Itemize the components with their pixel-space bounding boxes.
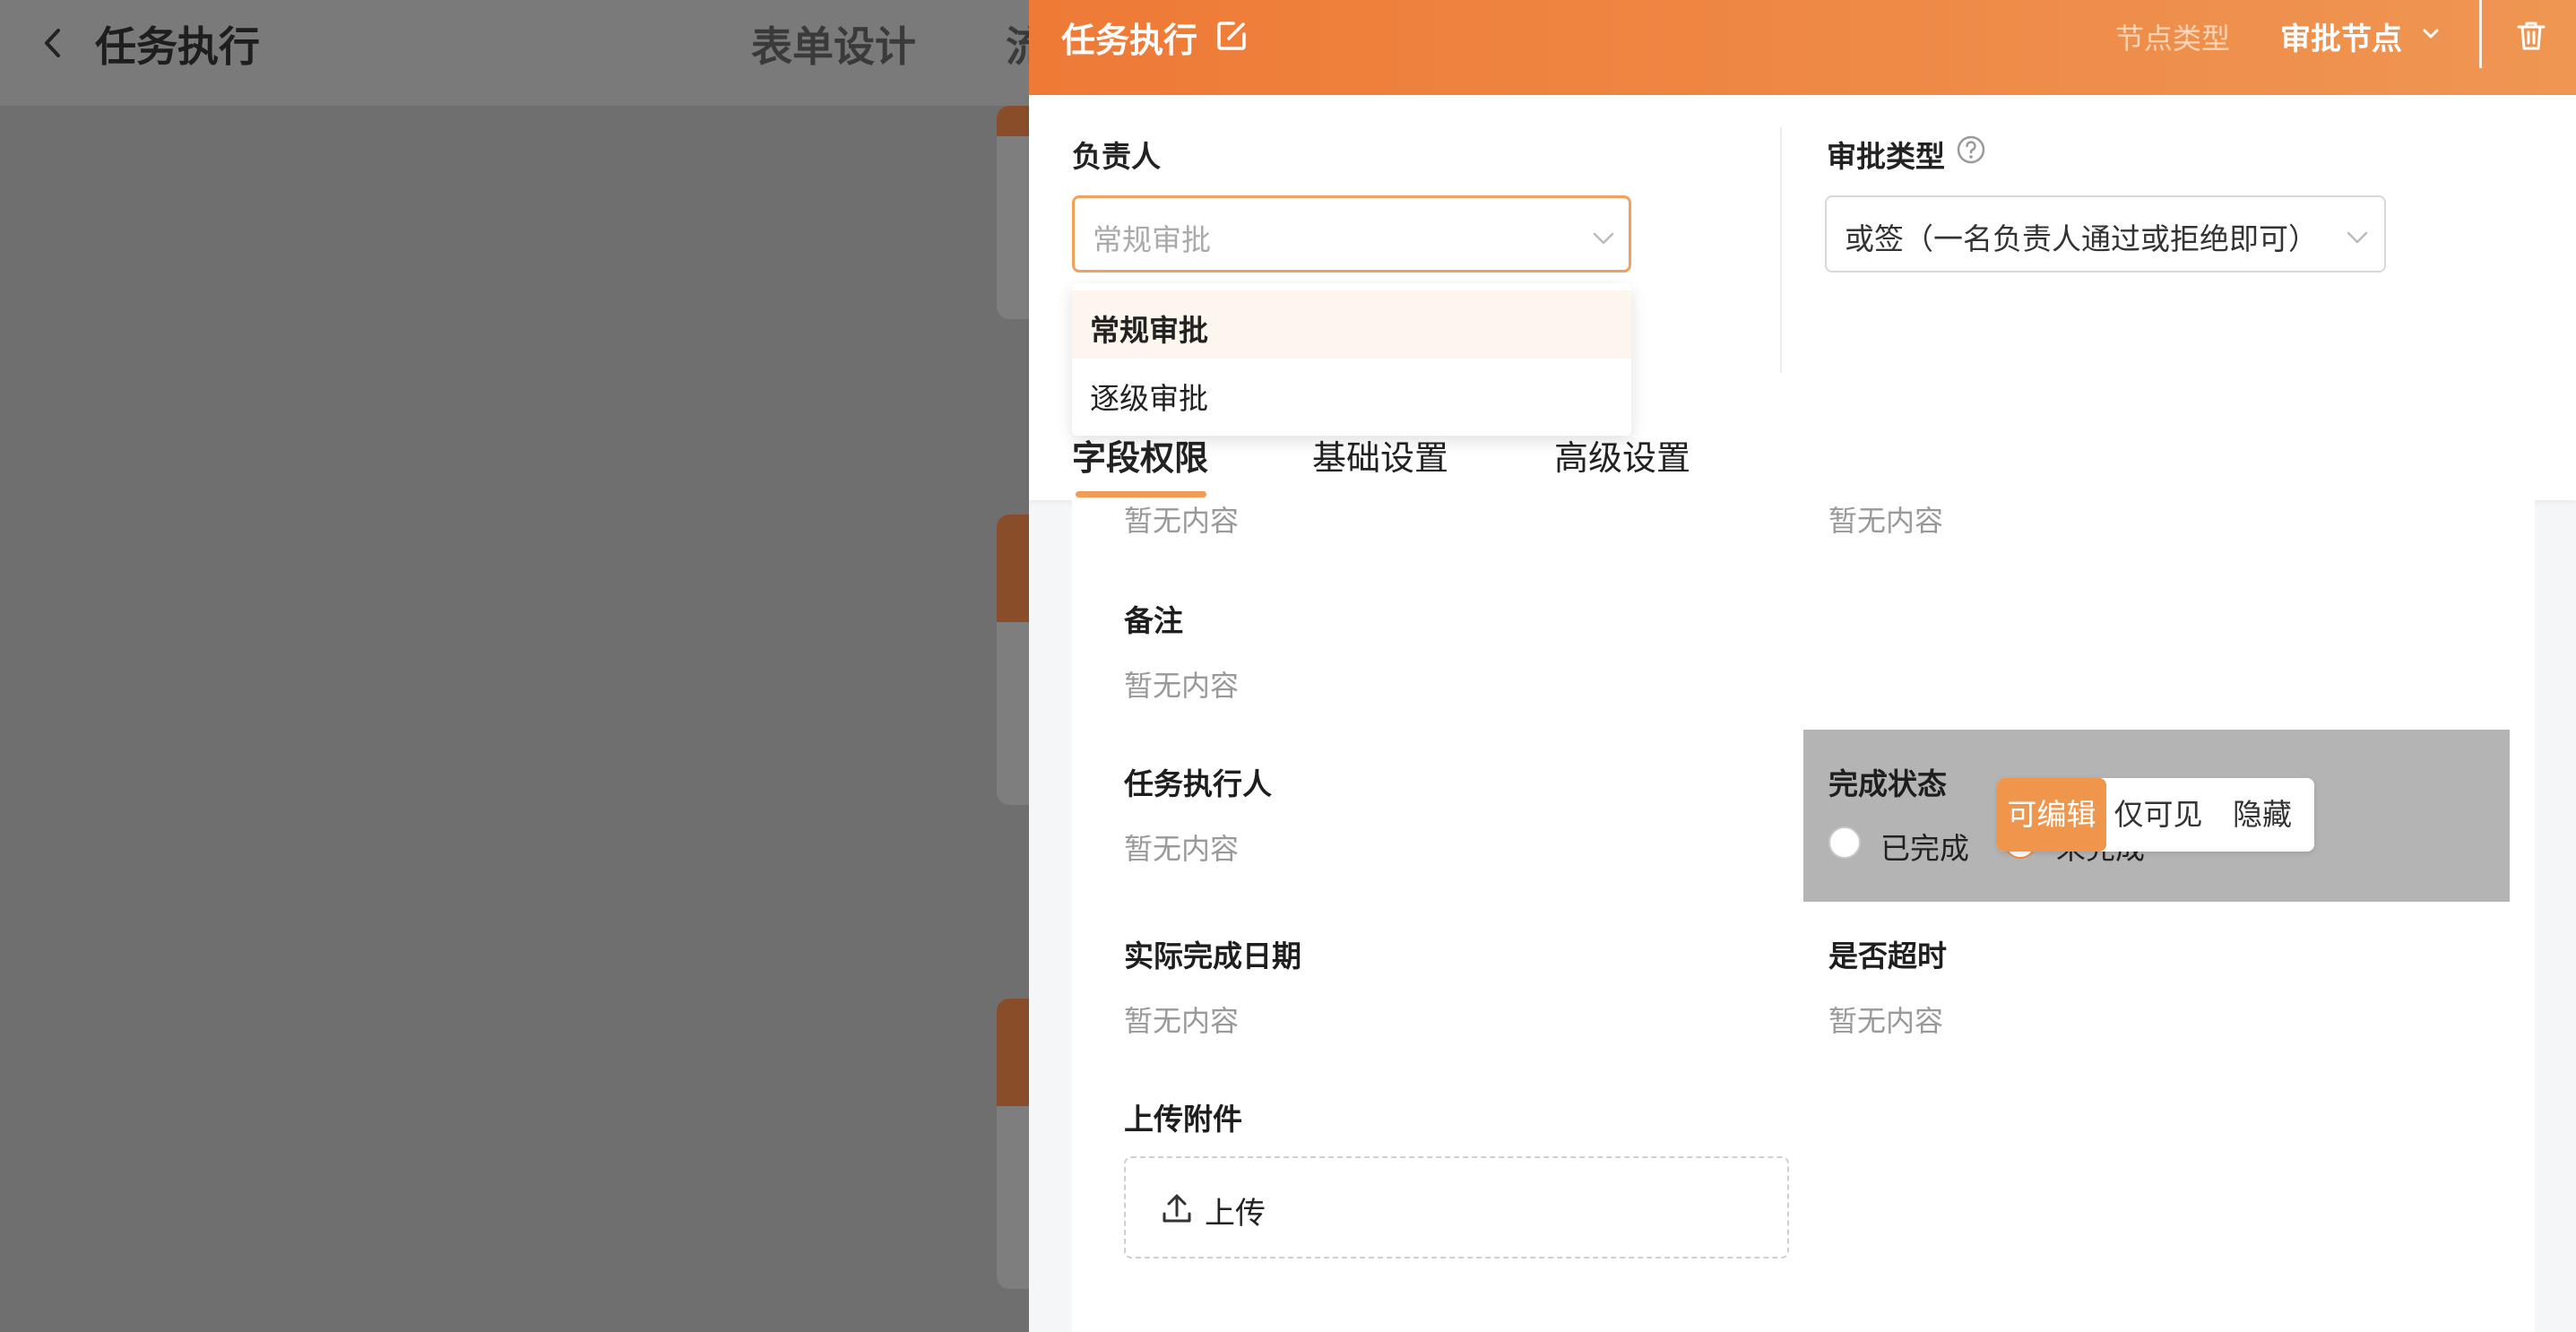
field-actual-date-label[interactable]: 实际完成日期	[1124, 932, 1301, 975]
field-attachment-label[interactable]: 上传附件	[1124, 1095, 1242, 1138]
field-remark-label[interactable]: 备注	[1124, 597, 1183, 640]
permission-toggle-group: 可编辑 仅可见 隐藏	[1997, 778, 2314, 852]
edit-icon[interactable]	[1214, 18, 1249, 54]
radio-completed-label: 已完成	[1880, 831, 1969, 866]
node-type-label: 节点类型	[2115, 22, 2231, 56]
tab-field-permissions[interactable]: 字段权限	[1072, 430, 1208, 480]
dropdown-option-regular[interactable]: 常规审批	[1072, 290, 1631, 359]
tab-advanced-settings[interactable]: 高级设置	[1554, 430, 1690, 480]
approver-dropdown: 常规审批 逐级审批	[1072, 283, 1631, 436]
dropdown-option-label: 常规审批	[1090, 313, 1208, 348]
approval-type-value: 或签（一名负责人通过或拒绝即可）	[1845, 221, 2318, 256]
approver-select[interactable]: 常规审批	[1072, 195, 1631, 272]
upload-label: 上传	[1205, 1196, 1266, 1232]
node-type-select[interactable]: 审批节点	[2280, 14, 2402, 58]
upload-button[interactable]: 上传	[1124, 1156, 1789, 1258]
field-executor-label[interactable]: 任务执行人	[1124, 760, 1272, 803]
trash-icon[interactable]	[2513, 18, 2549, 54]
dropdown-option-label: 逐级审批	[1090, 381, 1208, 416]
field-empty-text: 暂无内容	[1124, 832, 1240, 866]
app-title: 任务执行	[95, 22, 260, 71]
field-overdue-label[interactable]: 是否超时	[1828, 932, 1947, 975]
field-empty-text: 暂无内容	[1124, 1004, 1240, 1038]
upload-icon	[1163, 1194, 1191, 1223]
back-arrow-icon[interactable]	[36, 25, 72, 61]
chevron-down-icon	[1593, 232, 1614, 245]
dropdown-option-stepwise[interactable]: 逐级审批	[1072, 359, 1631, 427]
help-icon[interactable]	[1956, 134, 1986, 165]
approval-type-select[interactable]: 或签（一名负责人通过或拒绝即可）	[1825, 195, 2386, 272]
field-empty-text: 暂无内容	[1124, 504, 1240, 538]
permission-hidden-button[interactable]: 隐藏	[2210, 778, 2314, 852]
chevron-down-icon[interactable]	[2420, 23, 2442, 45]
approval-type-label: 审批类型	[1827, 139, 1945, 174]
panel-divider	[1780, 127, 1782, 373]
permission-visible-button[interactable]: 仅可见	[2106, 778, 2210, 852]
approver-label: 负责人	[1072, 139, 1161, 174]
active-tab-indicator	[1076, 491, 1206, 497]
field-empty-text: 暂无内容	[1124, 669, 1240, 703]
drawer-title: 任务执行	[1061, 21, 1198, 60]
permission-editable-button[interactable]: 可编辑	[1997, 778, 2106, 852]
field-empty-text: 暂无内容	[1828, 504, 1944, 538]
flow-canvas	[0, 106, 1029, 1332]
approver-select-placeholder: 常规审批	[1093, 222, 1211, 257]
chevron-down-icon	[2347, 231, 2368, 244]
field-empty-text: 暂无内容	[1828, 1004, 1944, 1038]
tab-basic-settings[interactable]: 基础设置	[1312, 430, 1448, 480]
drawer-header: 任务执行 节点类型 审批节点	[1029, 0, 2576, 95]
tab-form-design[interactable]: 表单设计	[751, 14, 916, 74]
field-completion-status-label: 完成状态	[1828, 766, 1947, 801]
header-divider	[2479, 0, 2482, 68]
radio-completed[interactable]	[1828, 826, 1861, 859]
